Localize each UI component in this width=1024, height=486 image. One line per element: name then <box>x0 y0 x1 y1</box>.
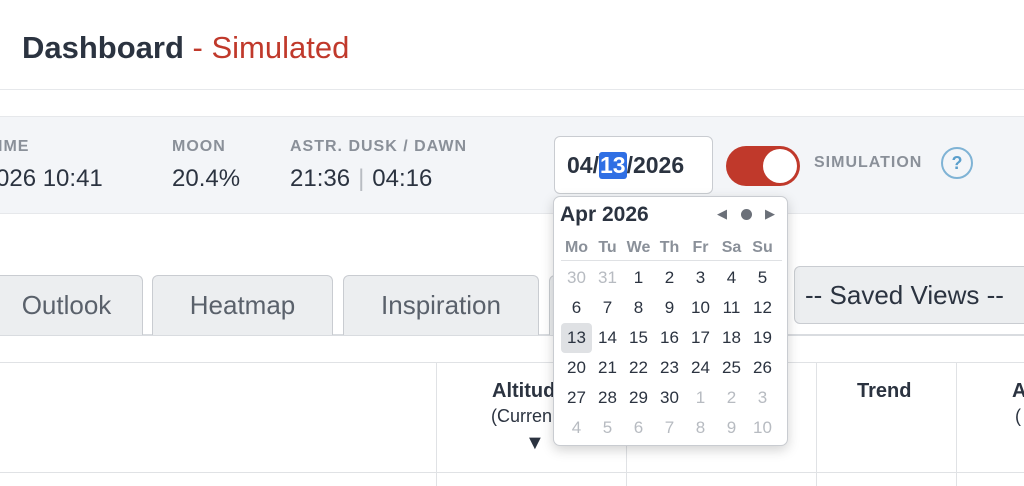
title-separator: - <box>183 30 212 65</box>
toggle-knob <box>763 149 797 183</box>
weekday-header: We <box>626 239 651 256</box>
date-month[interactable]: 04 <box>567 152 593 179</box>
title-mode: Simulated <box>211 30 350 65</box>
calendar-day[interactable]: 27 <box>561 383 592 413</box>
column-divider <box>436 362 437 486</box>
column-header-trend[interactable]: Trend <box>857 380 911 403</box>
tab-outlook[interactable]: Outlook <box>0 275 143 335</box>
calendar-day[interactable]: 22 <box>623 353 654 383</box>
weekday-header: Tu <box>598 239 617 256</box>
row-divider <box>0 472 1024 473</box>
today-dot-icon[interactable] <box>741 209 752 220</box>
column-header-altitude[interactable]: Altitud <box>492 380 555 403</box>
weekday-header: Su <box>752 239 773 256</box>
dusk-dawn-label: ASTR. DUSK / DAWN <box>290 138 467 155</box>
calendar-day[interactable]: 9 <box>654 293 685 323</box>
prev-month-icon[interactable]: ◀ <box>717 206 727 222</box>
next-month-icon[interactable]: ▶ <box>765 206 775 222</box>
calendar-grid: Mo Tu We Th Fr Sa Su 30 31 1 2 3 4 5 6 7 8 9 10 11 12 13 14 15 1… <box>561 233 782 443</box>
column-header-partial[interactable]: A <box>1012 380 1024 403</box>
page-title: Dashboard - Simulated <box>22 30 349 66</box>
calendar-day[interactable]: 8 <box>685 413 716 443</box>
date-picker-popup: Apr 2026 ◀ ▶ Mo Tu We Th Fr Sa Su 30 31 1 2 3 4 5 6 7 8 9… <box>553 196 788 446</box>
time-value: 026 10:41 <box>0 165 103 192</box>
simulation-label: SIMULATION <box>814 154 923 171</box>
calendar-day[interactable]: 10 <box>685 293 716 323</box>
title-main: Dashboard <box>22 30 184 65</box>
calendar-day[interactable]: 3 <box>747 383 778 413</box>
calendar-day[interactable]: 25 <box>716 353 747 383</box>
page-header: Dashboard - Simulated <box>0 0 1024 90</box>
calendar-day[interactable]: 18 <box>716 323 747 353</box>
calendar-day[interactable]: 30 <box>561 263 592 293</box>
sort-desc-icon[interactable]: ▼ <box>525 432 545 455</box>
moon-value: 20.4% <box>172 165 241 192</box>
simulation-toggle[interactable] <box>726 146 800 186</box>
calendar-day[interactable]: 20 <box>561 353 592 383</box>
weekday-header: Mo <box>564 239 589 256</box>
weekday-header: Sa <box>721 239 742 256</box>
weekday-header: Th <box>659 239 680 256</box>
calendar-day[interactable]: 23 <box>654 353 685 383</box>
calendar-day[interactable]: 19 <box>747 323 778 353</box>
help-icon[interactable]: ? <box>941 147 973 179</box>
calendar-day-selected[interactable]: 13 <box>561 323 592 353</box>
calendar-day[interactable]: 9 <box>716 413 747 443</box>
calendar-day[interactable]: 14 <box>592 323 623 353</box>
date-year[interactable]: 2026 <box>633 152 684 179</box>
calendar-day[interactable]: 11 <box>716 293 747 323</box>
dusk-dawn-separator: | <box>358 165 365 192</box>
calendar-day[interactable]: 4 <box>716 263 747 293</box>
calendar-day[interactable]: 21 <box>592 353 623 383</box>
column-divider <box>816 362 817 486</box>
calendar-day[interactable]: 2 <box>654 263 685 293</box>
date-input[interactable]: 04/13/2026 <box>554 136 713 194</box>
weekday-header: Fr <box>692 239 709 256</box>
column-subheader-partial: ( <box>1015 406 1021 426</box>
tab-heatmap[interactable]: Heatmap <box>152 275 333 335</box>
calendar-day[interactable]: 24 <box>685 353 716 383</box>
calendar-day[interactable]: 29 <box>623 383 654 413</box>
calendar-day[interactable]: 5 <box>747 263 778 293</box>
calendar-day[interactable]: 6 <box>623 413 654 443</box>
dashboard-page: Dashboard - Simulated IME 026 10:41 MOON… <box>0 0 1024 486</box>
date-day[interactable]: 13 <box>598 151 627 179</box>
calendar-day[interactable]: 30 <box>654 383 685 413</box>
calendar-day[interactable]: 1 <box>685 383 716 413</box>
calendar-day[interactable]: 16 <box>654 323 685 353</box>
calendar-day[interactable]: 3 <box>685 263 716 293</box>
calendar-day[interactable]: 7 <box>654 413 685 443</box>
dawn-time: 04:16 <box>372 165 433 192</box>
calendar-month-title: Apr 2026 <box>560 203 649 226</box>
saved-views-select[interactable]: -- Saved Views -- <box>794 266 1024 324</box>
calendar-day[interactable]: 4 <box>561 413 592 443</box>
calendar-day[interactable]: 17 <box>685 323 716 353</box>
calendar-day[interactable]: 28 <box>592 383 623 413</box>
calendar-day[interactable]: 7 <box>592 293 623 323</box>
column-divider <box>956 362 957 486</box>
calendar-day[interactable]: 26 <box>747 353 778 383</box>
calendar-day[interactable]: 31 <box>592 263 623 293</box>
calendar-day[interactable]: 5 <box>592 413 623 443</box>
calendar-day[interactable]: 8 <box>623 293 654 323</box>
time-label: IME <box>0 138 30 155</box>
calendar-day[interactable]: 10 <box>747 413 778 443</box>
dusk-time: 21:36 <box>290 165 351 192</box>
column-subheader-altitude: (Curren <box>491 406 553 426</box>
calendar-day[interactable]: 6 <box>561 293 592 323</box>
dusk-dawn-value: 21:36 | 04:16 <box>290 165 432 193</box>
calendar-day[interactable]: 12 <box>747 293 778 323</box>
tab-inspiration[interactable]: Inspiration <box>343 275 539 335</box>
calendar-day[interactable]: 2 <box>716 383 747 413</box>
moon-label: MOON <box>172 138 226 155</box>
calendar-day[interactable]: 15 <box>623 323 654 353</box>
calendar-day[interactable]: 1 <box>623 263 654 293</box>
